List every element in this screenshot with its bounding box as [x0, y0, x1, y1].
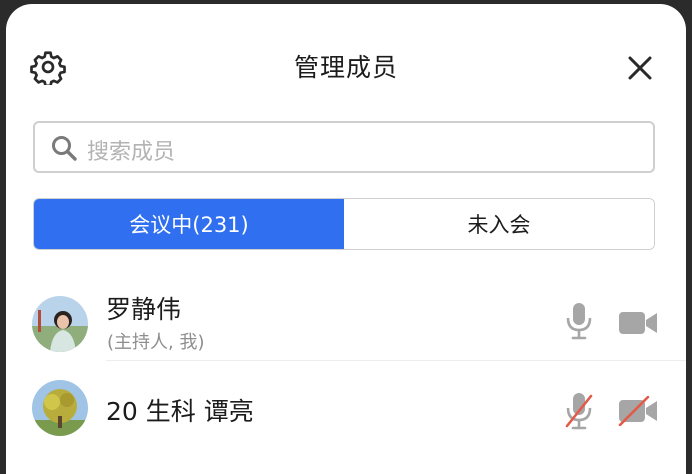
close-icon[interactable] — [624, 52, 656, 84]
member-role: (主持人, 我) — [107, 332, 205, 353]
search-icon — [52, 136, 77, 161]
row-divider — [106, 360, 686, 361]
microphone-icon[interactable] — [564, 302, 594, 340]
member-tabs: 会议中(231) 未入会 — [33, 198, 655, 250]
tab-not-joined[interactable]: 未入会 — [344, 199, 654, 249]
manage-members-dialog: 管理成员 搜索成员 会议中(231) 未入会 罗静伟 (主持人, 我) 20 生… — [6, 4, 686, 474]
member-name: 20 生科 谭亮 — [106, 397, 254, 426]
dialog-header: 管理成员 — [6, 4, 686, 122]
member-row[interactable]: 罗静伟 (主持人, 我) — [6, 286, 686, 364]
camera-off-icon[interactable] — [618, 396, 658, 426]
avatar — [32, 296, 88, 352]
member-name: 罗静伟 — [106, 295, 182, 324]
camera-icon[interactable] — [618, 308, 658, 338]
search-input[interactable]: 搜索成员 — [33, 121, 655, 173]
dialog-title: 管理成员 — [293, 53, 398, 82]
avatar — [32, 380, 88, 436]
member-row[interactable]: 20 生科 谭亮 — [6, 370, 686, 448]
search-placeholder: 搜索成员 — [87, 140, 176, 165]
microphone-muted-icon[interactable] — [564, 392, 594, 430]
tab-in-meeting[interactable]: 会议中(231) — [34, 199, 344, 249]
